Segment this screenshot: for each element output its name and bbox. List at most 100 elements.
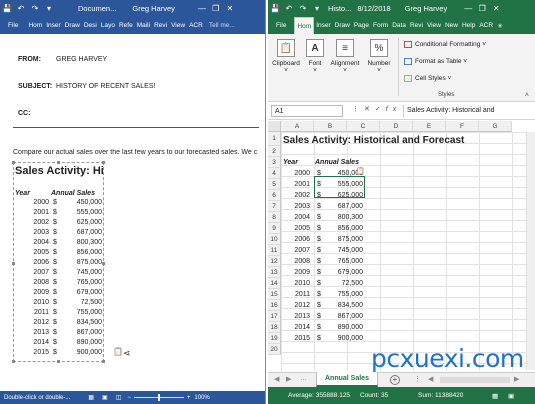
prev-sheet-icon[interactable]: ◀ [274,375,279,383]
vertical-scrollbar[interactable] [526,132,535,370]
year-cell[interactable]: 2002 [281,190,311,201]
year-cell[interactable]: 2003 [281,201,311,212]
horizontal-scrollbar[interactable] [440,377,510,383]
print-layout-icon[interactable]: ▣ [102,394,108,401]
year-cell[interactable]: 2000 [281,168,311,179]
sales-row[interactable]: 2011 $755,000 [281,289,365,300]
resize-handle[interactable] [102,262,105,265]
sales-row[interactable]: 2012 $834,500 [281,300,365,311]
formula-input[interactable]: Sales Activity: Historical and [403,105,532,117]
undo-icon[interactable]: ↶ [282,0,296,17]
paste-options-icon[interactable]: 📋 [356,167,365,175]
scroll-right-icon[interactable]: ▶ [514,375,519,383]
clipboard-group[interactable]: 📋 Clipboard ˅ [272,39,300,74]
select-all-corner[interactable] [268,121,281,132]
name-box[interactable]: A1 [271,105,343,117]
tab-view[interactable]: View [425,17,443,34]
year-cell[interactable]: 2015 [281,333,311,344]
year-cell[interactable]: 2013 [281,311,311,322]
year-cell[interactable]: 2006 [281,234,311,245]
tab-home[interactable]: Hom [26,17,44,34]
redo-icon[interactable]: ↷ [296,0,310,17]
sales-row[interactable]: 2015 $900,000 [281,333,365,344]
sales-cell[interactable]: 834,500 [325,300,365,311]
sales-row[interactable]: 2005 $856,000 [281,223,365,234]
restore-icon[interactable]: ❐ [475,0,489,17]
row-header[interactable]: 20 [268,344,281,355]
year-cell[interactable]: 2014 [281,322,311,333]
tab-insert[interactable]: Inser [314,17,332,34]
undo-icon[interactable]: ↶ [14,0,28,17]
sales-row[interactable]: 2006 $875,000 [281,234,365,245]
lightbulb-icon[interactable]: ☀ [495,17,505,34]
tab-file[interactable]: File [0,17,26,34]
zoom-out-icon[interactable]: − [127,395,131,401]
row-header[interactable]: 14 [268,278,281,289]
minimize-icon[interactable]: — [461,0,475,17]
year-cell[interactable]: 2004 [281,212,311,223]
tab-new[interactable]: New [443,17,460,34]
scroll-left-icon[interactable]: ◀ [428,375,433,383]
year-cell[interactable]: 2001 [281,179,311,190]
paste-options-icon[interactable]: 📋 [113,347,123,356]
save-icon[interactable]: 💾 [268,0,282,17]
row-header[interactable]: 11 [268,245,281,256]
add-sheet-icon[interactable]: + [390,375,400,385]
sales-cell[interactable]: 867,000 [325,311,365,322]
row-header[interactable]: 6 [268,190,281,201]
sales-row[interactable]: 2010 $72,500 [281,278,365,289]
tab-data[interactable]: Data [390,17,408,34]
row-header[interactable]: 7 [268,201,281,212]
chevron-up-icon[interactable]: ˄ [525,92,529,99]
sales-row[interactable]: 2008 $765,000 [281,256,365,267]
row-header[interactable]: 3 [268,157,281,168]
enter-icon[interactable]: ✓ [375,106,386,113]
sales-header-cell[interactable]: Annual Sales [315,159,359,166]
tab-layout[interactable]: Layo [99,17,117,34]
sales-cell[interactable]: 875,000 [325,234,365,245]
sales-row[interactable]: 2003 $687,000 [281,201,365,212]
sales-row[interactable]: 2007 $745,000 [281,245,365,256]
resize-handle[interactable] [102,161,105,164]
row-header[interactable]: 2 [268,146,281,157]
tab-design[interactable]: Desi [82,17,99,34]
conditional-formatting-button[interactable]: Conditional Formatting ˅ [404,41,486,48]
redo-icon[interactable]: ↷ [28,0,42,17]
restore-icon[interactable]: ❐ [209,0,223,17]
row-header[interactable]: 5 [268,179,281,190]
embedded-worksheet[interactable]: Sales Activity: Hist Year Annual Sales 2… [13,162,104,362]
excel-user-name[interactable]: Greg Harvey [405,4,448,13]
sales-cell[interactable]: 856,000 [325,223,365,234]
insert-function-icon[interactable]: fx [386,106,401,113]
year-cell[interactable]: 2009 [281,267,311,278]
close-icon[interactable]: ✕ [223,0,237,17]
save-icon[interactable]: 💾 [0,0,14,17]
zoom-slider-thumb[interactable] [157,394,160,401]
column-header[interactable]: C [347,121,380,132]
row-header[interactable]: 1 [268,132,281,146]
word-user-name[interactable]: Greg Harvey [132,4,175,13]
page-layout-view-icon[interactable]: ▣ [508,392,514,400]
resize-handle[interactable] [12,360,15,363]
format-as-table-button[interactable]: Format as Table ˅ [404,58,467,65]
more-icon[interactable]: ⋮ [414,375,421,383]
row-header[interactable]: 9 [268,223,281,234]
column-header[interactable]: A [281,121,314,132]
zoom-in-icon[interactable]: + [187,395,191,401]
row-header[interactable]: 4 [268,168,281,179]
customize-quick-access-icon[interactable]: ▾ [42,0,56,17]
sales-cell[interactable]: 72,500 [325,278,365,289]
sales-cell[interactable]: 755,000 [325,289,365,300]
tab-home[interactable]: Hom [294,17,315,34]
resize-handle[interactable] [12,262,15,265]
next-sheet-icon[interactable]: ▶ [286,375,291,383]
row-header[interactable]: 18 [268,322,281,333]
number-group[interactable]: % Number ˅ [364,39,394,74]
year-cell[interactable]: 2007 [281,245,311,256]
sales-cell[interactable]: 679,000 [325,267,365,278]
sales-row[interactable]: 2009 $679,000 [281,267,365,278]
customize-quick-access-icon[interactable]: ▾ [310,0,324,17]
column-header[interactable]: D [380,121,413,132]
sales-cell[interactable]: 745,000 [325,245,365,256]
font-group[interactable]: A Font ˅ [304,39,326,74]
